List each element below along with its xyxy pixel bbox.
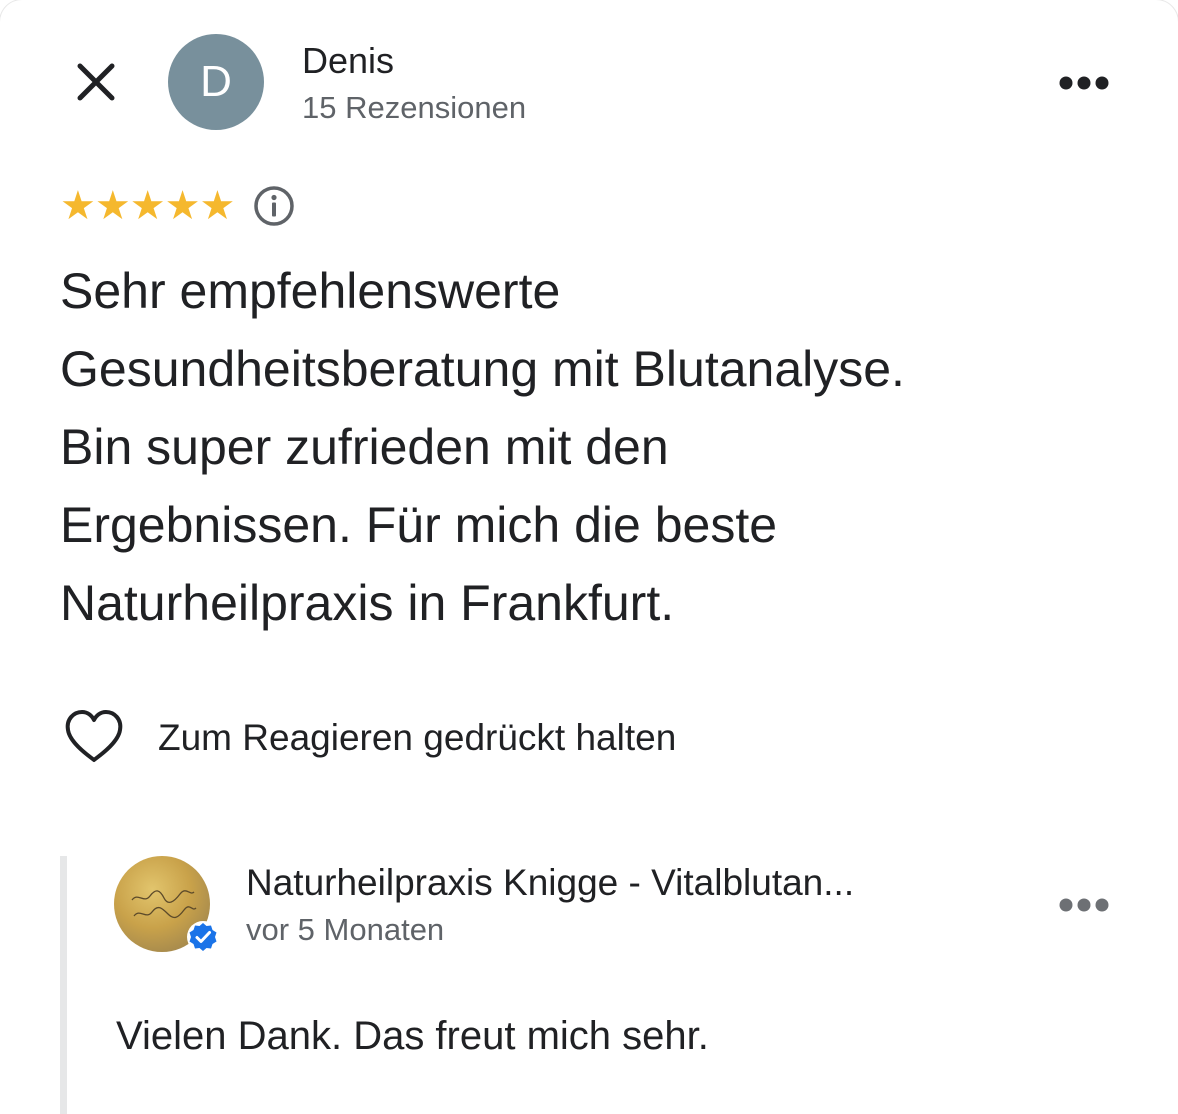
react-button[interactable]: Zum Reagieren gedrückt halten <box>62 706 676 770</box>
more-horizontal-icon <box>1059 898 1109 912</box>
star-icon: ★ <box>94 183 131 229</box>
more-options-button[interactable] <box>1054 66 1114 100</box>
reviewer-review-count: 15 Rezensionen <box>302 90 527 125</box>
owner-reply-time: vor 5 Monaten <box>246 912 445 947</box>
owner-more-options-button[interactable] <box>1054 888 1114 922</box>
reviewer-name-obscured <box>422 40 482 82</box>
reviewer-name[interactable]: Denis <box>302 40 394 82</box>
close-icon <box>77 63 115 101</box>
star-icon: ★ <box>60 183 96 229</box>
reviewer-avatar[interactable]: D <box>168 34 264 130</box>
star-icon: ★ <box>129 183 166 229</box>
more-horizontal-icon <box>1059 76 1109 90</box>
close-button[interactable] <box>66 52 126 112</box>
owner-name[interactable]: Naturheilpraxis Knigge - Vitalblutan... <box>246 862 854 904</box>
rating-row: ★ ★ ★ ★ ★ <box>60 184 296 228</box>
reply-indent-bar <box>60 856 67 1114</box>
star-icon: ★ <box>199 183 236 229</box>
heart-outline-icon <box>65 710 123 762</box>
owner-reply-text: Vielen Dank. Das freut mich sehr. <box>116 1014 709 1058</box>
info-icon[interactable] <box>252 184 296 228</box>
owner-avatar[interactable] <box>114 856 219 953</box>
verified-badge-icon <box>187 921 219 953</box>
review-detail-card: D Denis 15 Rezensionen ★ ★ ★ ★ ★ Sehr em… <box>0 0 1178 1114</box>
avatar-letter: D <box>200 57 232 106</box>
react-label: Zum Reagieren gedrückt halten <box>158 717 677 758</box>
review-text: Sehr empfehlenswerte Gesundheitsberatung… <box>60 263 905 631</box>
star-icon: ★ <box>164 183 201 229</box>
